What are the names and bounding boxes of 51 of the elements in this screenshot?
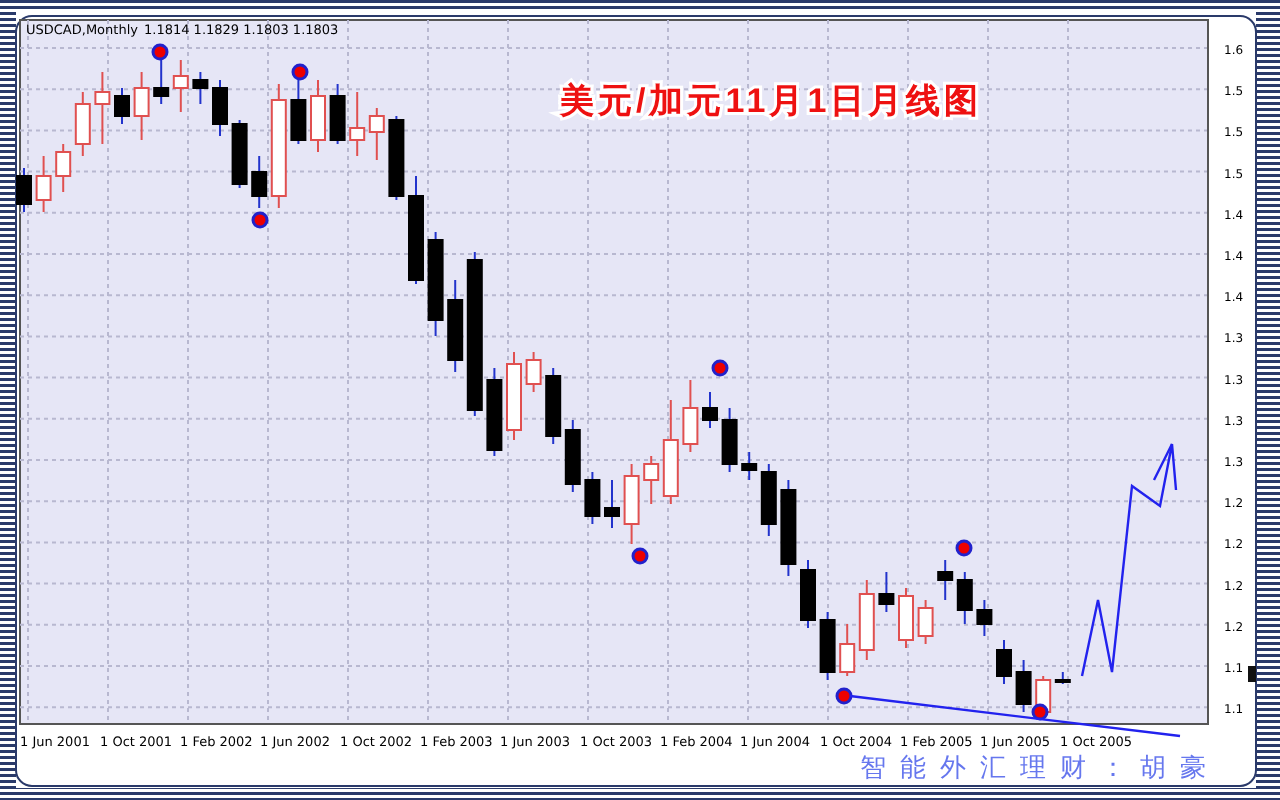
candle — [564, 419, 581, 493]
candle — [388, 115, 405, 201]
current-price-marker — [1248, 666, 1256, 682]
chart-title: 美元/加元11月1日月线图 — [560, 82, 983, 120]
candle — [486, 367, 503, 457]
fractal-marker — [251, 211, 269, 229]
fractal-marker — [835, 687, 853, 705]
candle — [996, 639, 1012, 685]
candle — [819, 611, 836, 681]
candle — [1015, 659, 1032, 713]
candle — [780, 479, 797, 577]
fractal-marker — [631, 547, 649, 565]
candle — [525, 351, 542, 393]
candle — [584, 471, 601, 525]
fractal-marker — [1031, 703, 1049, 721]
candle — [94, 71, 111, 145]
candle — [231, 119, 248, 189]
candle — [133, 71, 150, 141]
candle — [937, 559, 954, 601]
candle — [35, 155, 52, 213]
candle — [16, 167, 32, 213]
candle — [310, 79, 326, 153]
candle — [800, 559, 816, 629]
candle — [368, 107, 385, 161]
fractal-marker — [955, 539, 973, 557]
candle — [55, 143, 72, 193]
candle — [172, 59, 189, 113]
fractal-marker — [151, 43, 169, 61]
candle — [349, 91, 366, 157]
candle — [604, 479, 620, 529]
candle — [623, 463, 640, 545]
candle — [702, 391, 718, 429]
candle — [956, 571, 973, 625]
candle — [506, 351, 522, 441]
candle — [917, 599, 934, 645]
candle — [74, 91, 91, 157]
candle — [212, 79, 228, 137]
candle — [329, 83, 346, 145]
fractal-marker — [291, 63, 309, 81]
candle — [976, 599, 993, 637]
candle — [721, 407, 738, 473]
candle — [427, 231, 444, 337]
candle — [408, 175, 424, 285]
candle — [545, 367, 562, 445]
fractal-marker — [711, 359, 729, 377]
candle — [898, 587, 914, 649]
candle — [878, 571, 895, 613]
candle — [682, 379, 699, 453]
candle — [114, 87, 130, 125]
footer-caption: 智能外汇理财：胡豪 — [860, 752, 1220, 782]
candle — [192, 71, 209, 105]
